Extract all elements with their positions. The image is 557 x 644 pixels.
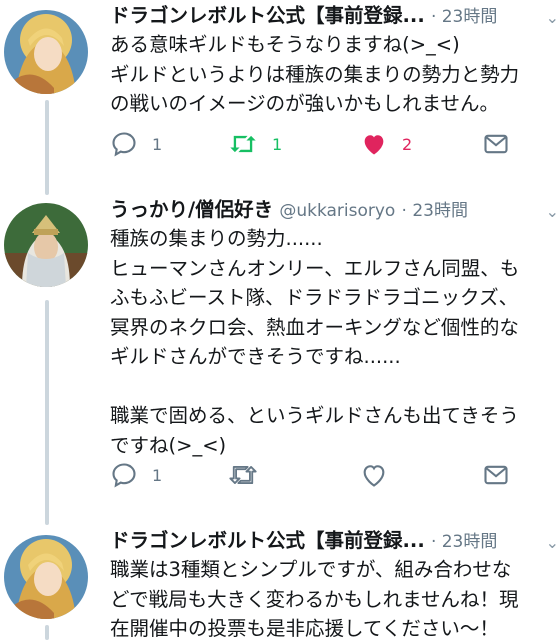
tweet-header: ドラゴンレボルト公式【事前登録... · 23時間 ⌄ bbox=[110, 527, 557, 555]
retweet-button[interactable] bbox=[228, 461, 272, 489]
display-name[interactable]: うっかり/僧侶好き bbox=[110, 198, 273, 221]
avatar[interactable] bbox=[4, 535, 88, 619]
tweet-time[interactable]: · 23時間 bbox=[431, 7, 497, 27]
tweet-time[interactable]: · 23時間 bbox=[431, 532, 497, 552]
dm-icon bbox=[482, 461, 510, 489]
like-icon bbox=[360, 130, 388, 158]
avatar[interactable] bbox=[4, 10, 88, 94]
chevron-down-icon[interactable]: ⌄ bbox=[546, 198, 557, 226]
tweet-time[interactable]: · 23時間 bbox=[402, 201, 468, 221]
tweet-text: 職業は3種類とシンプルですが、組み合わせな どで戦局も大きく変わるかもしれません… bbox=[110, 558, 519, 640]
reply-button[interactable]: 1 bbox=[110, 130, 162, 158]
retweet-icon bbox=[228, 461, 258, 489]
avatar[interactable] bbox=[4, 203, 88, 287]
like-count: 2 bbox=[402, 134, 413, 154]
retweet-icon bbox=[228, 130, 258, 158]
tweet-header: ドラゴンレボルト公式【事前登録... · 23時間 ⌄ bbox=[110, 2, 557, 30]
tweet[interactable]: うっかり/僧侶好き @ukkarisoryo · 23時間 ⌄ 種族の集まりの勢… bbox=[0, 195, 557, 515]
reply-button[interactable]: 1 bbox=[110, 461, 162, 489]
retweet-button[interactable]: 1 bbox=[228, 130, 282, 158]
tweet-text: 種族の集まりの勢力...... ヒューマンさんオンリー、エルフさん同盟、も ふも… bbox=[110, 227, 520, 457]
reply-icon bbox=[110, 461, 138, 489]
like-button[interactable]: 2 bbox=[360, 130, 412, 158]
like-icon bbox=[360, 461, 388, 489]
dm-button[interactable] bbox=[482, 461, 510, 489]
like-button[interactable] bbox=[360, 461, 402, 489]
chevron-down-icon[interactable]: ⌄ bbox=[546, 529, 557, 557]
dm-button[interactable] bbox=[482, 130, 510, 158]
display-name[interactable]: ドラゴンレボルト公式【事前登録... bbox=[110, 4, 425, 27]
tweet-handle[interactable]: @ukkarisoryo bbox=[279, 201, 395, 221]
tweet-actions: 1 1 2 bbox=[110, 130, 557, 160]
reply-count: 1 bbox=[152, 465, 163, 485]
dm-icon bbox=[482, 130, 510, 158]
reply-icon bbox=[110, 130, 138, 158]
tweet[interactable]: ドラゴンレボルト公式【事前登録... · 23時間 ⌄ 職業は3種類とシンプルで… bbox=[0, 525, 557, 640]
reply-count: 1 bbox=[152, 134, 163, 154]
chevron-down-icon[interactable]: ⌄ bbox=[546, 4, 557, 32]
tweet-actions: 1 bbox=[110, 461, 557, 491]
display-name[interactable]: ドラゴンレボルト公式【事前登録... bbox=[110, 529, 425, 552]
tweet-header: うっかり/僧侶好き @ukkarisoryo · 23時間 ⌄ bbox=[110, 196, 557, 224]
retweet-count: 1 bbox=[272, 134, 283, 154]
tweet-text: ある意味ギルドもそうなりますね(>_<) ギルドというよりは種族の集まりの勢力と… bbox=[110, 33, 520, 115]
tweet[interactable]: ドラゴンレボルト公式【事前登録... · 23時間 ⌄ ある意味ギルドもそうなり… bbox=[0, 0, 557, 185]
